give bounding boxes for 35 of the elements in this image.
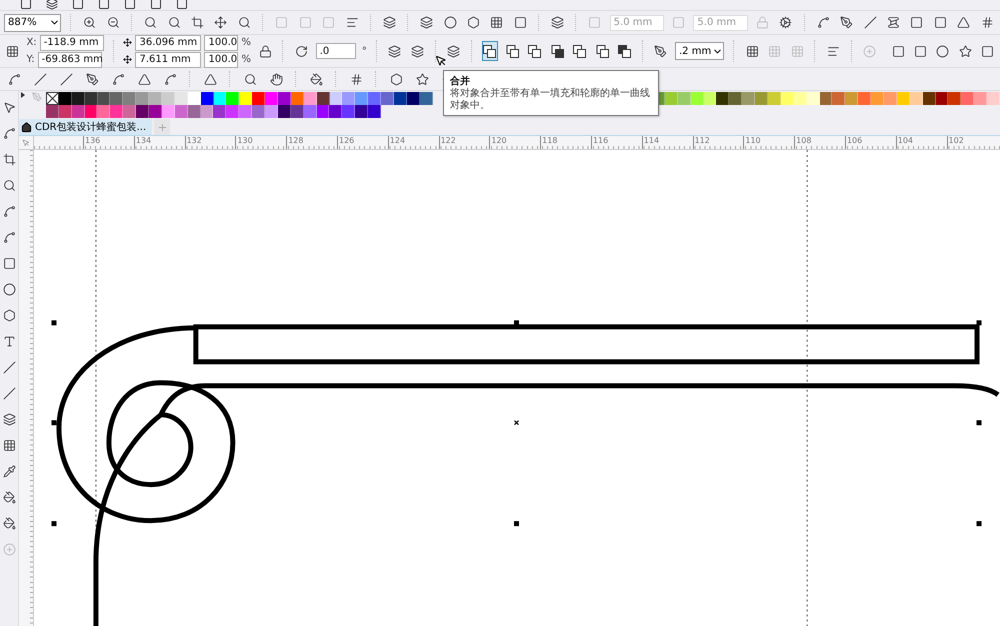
ruler-label: 122 <box>438 136 490 149</box>
x-field[interactable]: -118.9 mm <box>40 34 104 50</box>
outline-width-dropdown[interactable]: .2 mm <box>674 42 724 60</box>
scale-y-field[interactable]: 100.0 <box>204 52 238 68</box>
ruler-label: 118 <box>540 136 591 149</box>
ruler-label: 126 <box>336 136 388 149</box>
x-label: X: <box>26 37 37 48</box>
ruler-label: 128 <box>286 136 337 149</box>
ruler-label: 120 <box>489 136 540 149</box>
ruler-label: 104 <box>896 136 947 149</box>
ruler-label: 106 <box>844 136 896 149</box>
height-field[interactable]: 7.611 mm <box>135 52 202 68</box>
ruler-label: 136 <box>83 136 134 149</box>
width-field[interactable]: 36.096 mm <box>135 34 202 50</box>
document-tab[interactable]: CDR包装设计蜂蜜包装... <box>19 119 152 135</box>
rotation-field[interactable]: .0 <box>316 43 356 59</box>
y-label: Y: <box>26 54 35 65</box>
ruler-label: 124 <box>388 136 439 149</box>
ruler-label: 108 <box>794 136 845 149</box>
degree-label: ° <box>362 46 367 56</box>
ruler-label: 134 <box>134 136 185 149</box>
tooltip-title: 合并 <box>450 74 471 88</box>
ruler-label: 130 <box>235 136 286 149</box>
ruler-label: 132 <box>184 136 236 149</box>
percent-label: % <box>241 54 251 65</box>
zoom-dropdown[interactable]: 887% <box>4 14 62 32</box>
ruler-label: 114 <box>642 136 693 149</box>
ruler-label: 116 <box>590 136 642 149</box>
y-field[interactable]: -69.863 mm <box>38 52 102 68</box>
percent-label: % <box>241 37 251 48</box>
ruler-label: 112 <box>692 136 744 149</box>
ruler-label: 102 <box>946 136 998 149</box>
scale-x-field[interactable]: 100.0 <box>204 34 238 50</box>
tooltip-text: 将对象合并至带有单一填充和轮廓的单一曲线对象中。 <box>450 88 651 112</box>
ruler-label: 110 <box>743 136 794 149</box>
